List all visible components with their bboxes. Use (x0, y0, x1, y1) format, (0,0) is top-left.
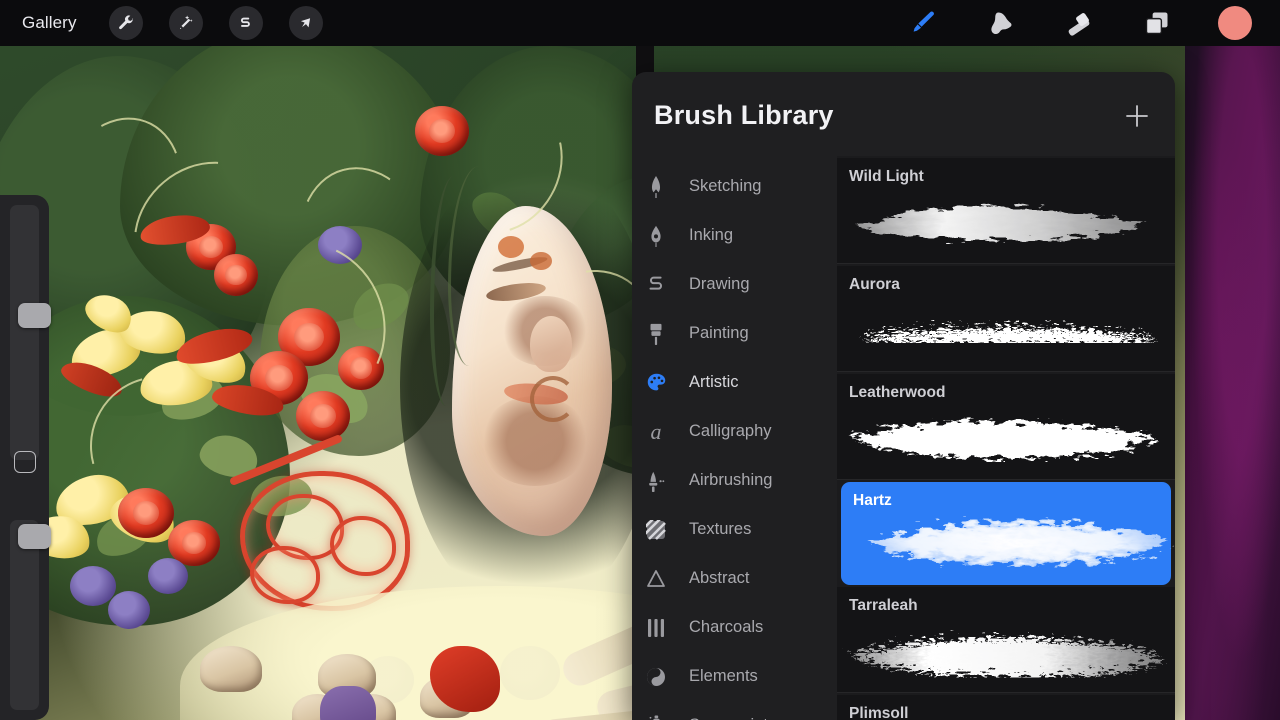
purple-flower (108, 591, 150, 629)
brush-name: Tarraleah (849, 597, 918, 614)
brush-row[interactable]: Aurora (837, 266, 1175, 372)
left-tool-group (108, 6, 323, 40)
selection-icon[interactable] (228, 6, 263, 40)
spray-can-icon (645, 714, 667, 720)
add-brush-plus-icon[interactable] (1123, 102, 1151, 130)
category-painting[interactable]: Painting (632, 309, 837, 358)
category-charcoals[interactable]: Charcoals (632, 603, 837, 652)
cheek-orange-accent (530, 252, 552, 270)
coral-lattice (250, 546, 320, 604)
brush-size-thumb[interactable] (18, 303, 51, 328)
category-artistic[interactable]: Artistic (632, 358, 837, 407)
category-abstract[interactable]: Abstract (632, 554, 837, 603)
yin-yang-icon (645, 667, 667, 687)
category-label: Drawing (689, 275, 750, 293)
brush-stroke-preview (847, 634, 1159, 674)
squiggle-icon (645, 274, 667, 296)
category-label: Calligraphy (689, 422, 772, 440)
brush-row[interactable]: Tarraleah (837, 587, 1175, 693)
purple-flower (70, 566, 116, 606)
brush-stroke-preview (851, 420, 1155, 458)
transform-arrow-icon[interactable] (288, 6, 323, 40)
brush-row[interactable]: Plimsoll (837, 695, 1175, 720)
palette-icon (645, 372, 667, 393)
category-label: Inking (689, 226, 734, 244)
adjustments-wand-icon[interactable] (168, 6, 203, 40)
paintbrush-flat-icon (645, 323, 667, 345)
letter-a-icon: a (650, 418, 662, 444)
brush-stroke-preview (859, 206, 1147, 241)
cheek-orange-accent (498, 236, 524, 258)
canvas-outer-purple-area (1185, 46, 1280, 720)
category-calligraphy[interactable]: a Calligraphy (632, 407, 837, 456)
purple-flower (148, 558, 188, 594)
category-label: Textures (689, 520, 752, 538)
category-label: Sketching (689, 177, 762, 195)
category-drawing[interactable]: Drawing (632, 260, 837, 309)
coral-lattice (330, 516, 396, 576)
pencil-tip-icon (645, 175, 667, 198)
category-airbrushing[interactable]: Airbrushing (632, 456, 837, 505)
layers-icon[interactable] (1140, 6, 1174, 40)
brush-row[interactable]: Wild Light (837, 158, 1175, 264)
triangle-icon (645, 569, 667, 588)
modify-button[interactable] (14, 451, 36, 473)
brush-category-list: Sketching Inking Drawing Painting Artist… (632, 156, 837, 720)
brush-name: Plimsoll (849, 705, 909, 720)
category-label: Spraypaints (689, 716, 776, 720)
category-spraypaints[interactable]: Spraypaints (632, 701, 837, 720)
category-label: Painting (689, 324, 749, 342)
category-label: Airbrushing (689, 471, 773, 489)
top-toolbar: Gallery (0, 0, 1280, 46)
category-elements[interactable]: Elements (632, 652, 837, 701)
brush-library-body: Sketching Inking Drawing Painting Artist… (632, 156, 1175, 720)
brush-library-header: Brush Library (632, 72, 1175, 156)
panel-title: Brush Library (654, 100, 834, 130)
brush-list[interactable]: Wild Light Aurora Leatherwood Hartz Tarr… (837, 156, 1175, 720)
brush-name: Leatherwood (849, 384, 946, 401)
brush-size-slider[interactable] (10, 205, 51, 460)
hatched-square-icon (645, 519, 667, 540)
brush-name: Aurora (849, 276, 900, 293)
brush-row-selected[interactable]: Hartz (841, 482, 1171, 585)
category-label: Charcoals (689, 618, 764, 636)
opacity-slider[interactable] (10, 520, 51, 710)
smudge-icon[interactable] (984, 6, 1018, 40)
eraser-icon[interactable] (1062, 6, 1096, 40)
actions-wrench-icon[interactable] (108, 6, 143, 40)
right-tool-group (906, 6, 1252, 40)
brush-stroke-preview (855, 322, 1151, 341)
color-swatch[interactable] (1218, 6, 1252, 40)
three-bars-icon (645, 618, 667, 638)
brush-name: Wild Light (849, 168, 924, 185)
opacity-thumb[interactable] (18, 524, 51, 549)
brush-row[interactable]: Leatherwood (837, 374, 1175, 480)
mushroom (200, 646, 262, 692)
pen-nib-icon (645, 225, 667, 247)
category-label: Elements (689, 667, 758, 685)
brush-controls-sidebar (0, 195, 51, 720)
category-label: Abstract (689, 569, 750, 587)
airbrush-icon (645, 470, 667, 492)
brush-stroke-preview (870, 520, 1169, 566)
category-inking[interactable]: Inking (632, 211, 837, 260)
paint-brush-icon[interactable] (906, 6, 940, 40)
category-sketching[interactable]: Sketching (632, 162, 837, 211)
purple-mushroom-stem (320, 686, 376, 720)
category-textures[interactable]: Textures (632, 505, 837, 554)
gallery-button[interactable]: Gallery (22, 13, 77, 33)
brush-library-panel: Brush Library Sketching Inking Drawing P… (632, 72, 1175, 720)
category-label: Artistic (689, 373, 739, 391)
